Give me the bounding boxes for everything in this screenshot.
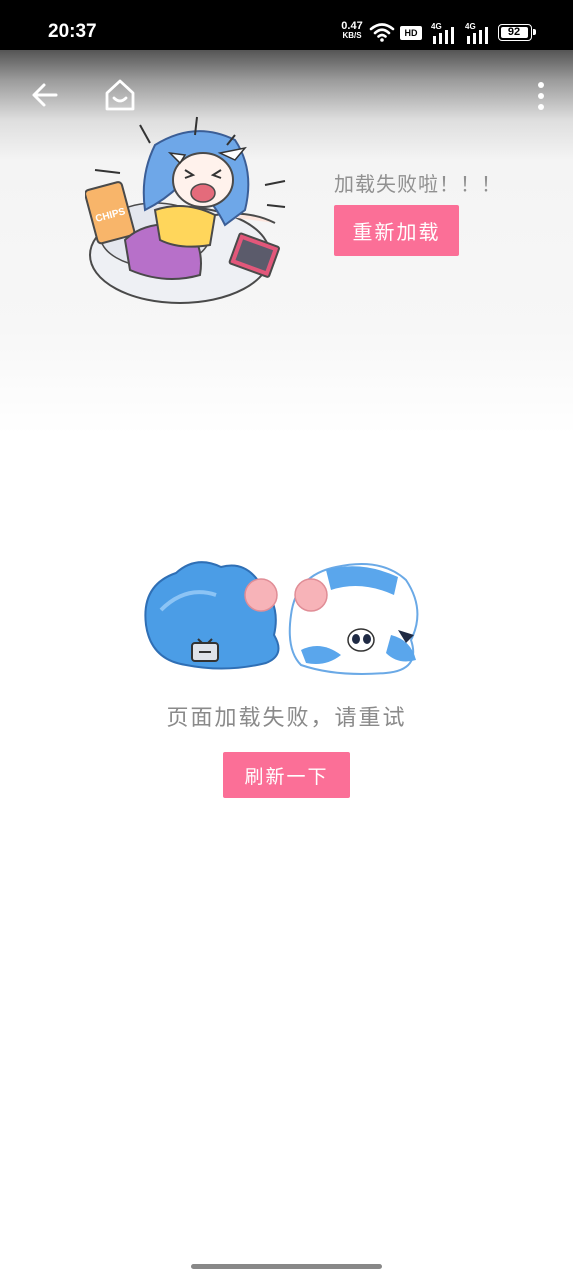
- network-speed: 0.47 KB/S: [337, 21, 367, 40]
- status-bar: 20:37 0.47 KB/S HD 4G 4G 92: [0, 0, 573, 50]
- home-icon: [105, 79, 135, 111]
- reload-button[interactable]: 重新加载: [334, 205, 459, 256]
- error-girl-illustration: CHIPS: [85, 116, 286, 304]
- page-load-failed-message: 页面加载失败，请重试: [166, 706, 407, 731]
- wifi-icon: [369, 23, 395, 42]
- more-vertical-icon: [538, 82, 544, 110]
- load-failed-message: 加载失败啦！！！: [334, 172, 502, 196]
- home-button[interactable]: [101, 76, 139, 114]
- hd-voice-badge: HD: [400, 26, 422, 40]
- more-options-button[interactable]: [527, 78, 555, 114]
- refresh-button[interactable]: 刷新一下: [223, 752, 350, 798]
- battery-level: 92: [500, 26, 528, 38]
- network-speed-unit: KB/S: [342, 31, 362, 40]
- back-arrow-icon: [32, 83, 58, 107]
- gesture-home-indicator[interactable]: [191, 1264, 382, 1269]
- battery-icon: 92: [498, 24, 536, 41]
- status-time: 20:37: [48, 21, 97, 42]
- back-button[interactable]: [28, 78, 62, 112]
- error-mascot-illustration: [144, 561, 419, 675]
